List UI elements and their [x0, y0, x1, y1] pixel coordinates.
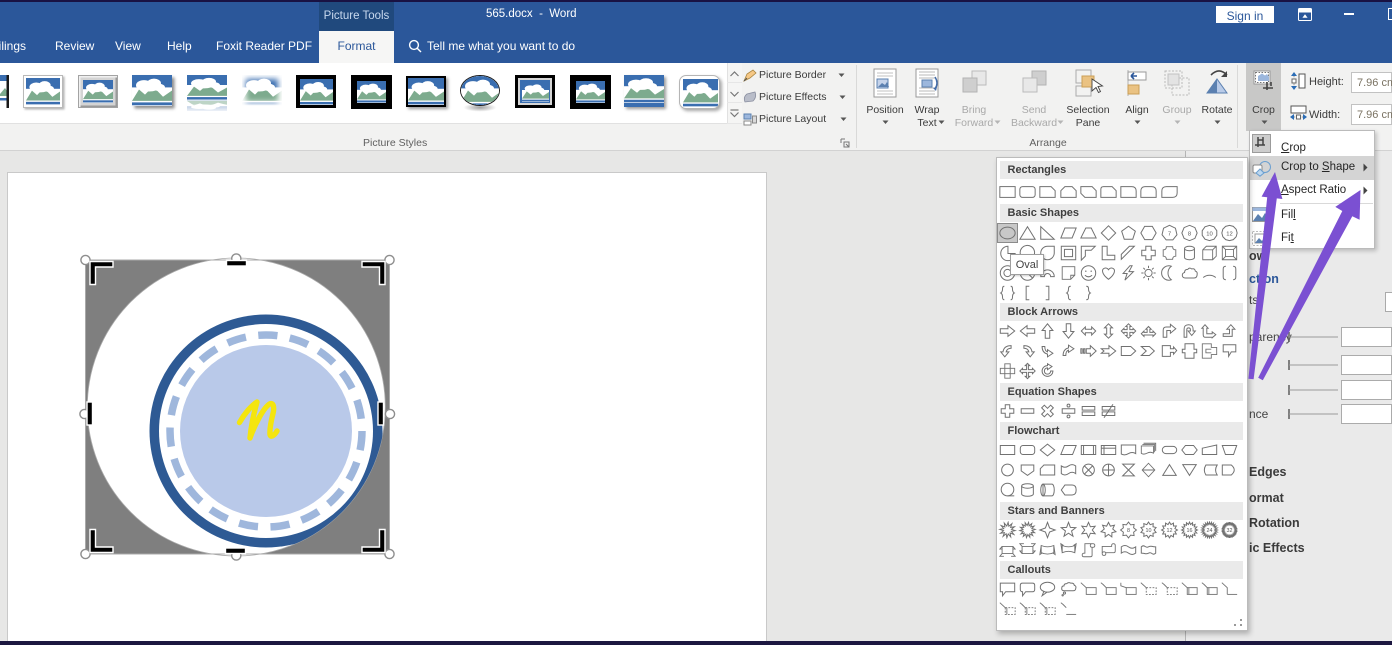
svg-text:8: 8	[1188, 231, 1191, 237]
svg-text:12: 12	[1166, 528, 1172, 534]
svg-text:10: 10	[1206, 231, 1213, 237]
svg-text:12: 12	[1226, 231, 1233, 237]
svg-text:8: 8	[1127, 528, 1130, 534]
svg-text:10: 10	[1146, 528, 1152, 534]
svg-text:24: 24	[1207, 528, 1213, 534]
svg-text:32: 32	[1227, 528, 1233, 534]
svg-text:16: 16	[1186, 528, 1192, 534]
svg-text:7: 7	[1167, 231, 1170, 237]
